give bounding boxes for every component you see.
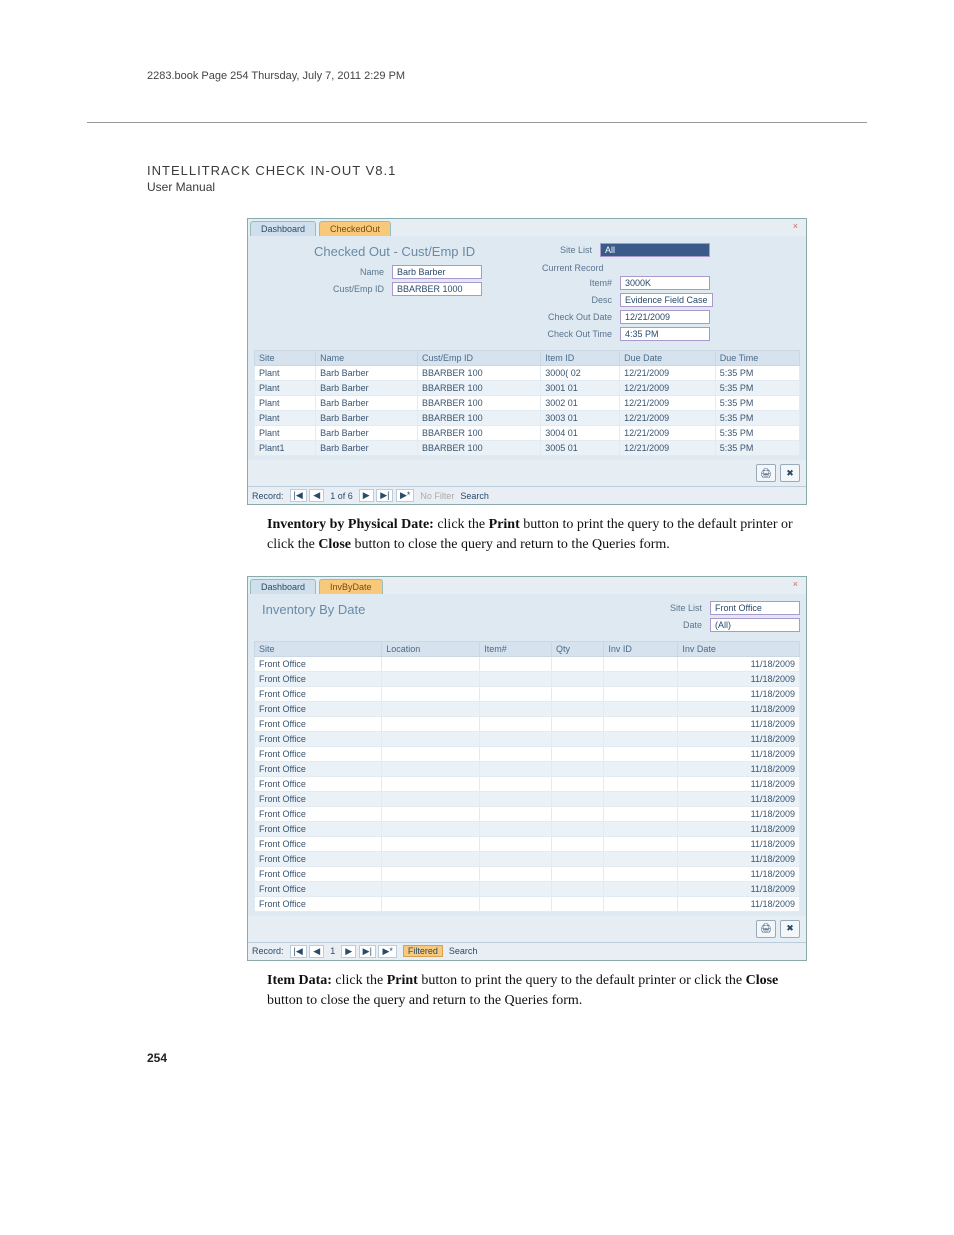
table-row[interactable]: Front Office11/18/2009 — [255, 701, 800, 716]
query-title: Checked Out - Cust/Emp ID — [314, 244, 512, 259]
table-row[interactable]: Front Office11/18/2009 — [255, 686, 800, 701]
co-time-label: Check Out Time — [542, 329, 612, 339]
manual-subtitle: User Manual — [147, 180, 867, 194]
table-row[interactable]: Front Office11/18/2009 — [255, 731, 800, 746]
desc-field: Evidence Field Case — [620, 293, 713, 307]
custemp-label: Cust/Emp ID — [314, 284, 384, 294]
nav-prev[interactable]: ◀ — [309, 945, 324, 958]
current-record-heading: Current Record — [542, 263, 800, 273]
table-row[interactable]: PlantBarb BarberBBARBER 1003000( 0212/21… — [255, 366, 800, 381]
tab-dashboard[interactable]: Dashboard — [250, 221, 316, 236]
print-button[interactable]: 🖨 — [756, 464, 776, 482]
column-header[interactable]: Cust/Emp ID — [418, 351, 541, 366]
paragraph-inventory-by-date: Inventory by Physical Date: click the Pr… — [267, 515, 807, 556]
column-header[interactable]: Item ID — [541, 351, 620, 366]
search-label: Search — [460, 491, 489, 501]
nav-first[interactable]: |◀ — [290, 945, 307, 958]
record-position: 1 — [330, 946, 335, 956]
close-icon[interactable]: × — [787, 579, 804, 594]
column-header[interactable]: Due Date — [620, 351, 716, 366]
nav-next[interactable]: ▶ — [341, 945, 356, 958]
nav-first[interactable]: |◀ — [290, 489, 307, 502]
co-date-field: 12/21/2009 — [620, 310, 710, 324]
record-label: Record: — [252, 491, 284, 501]
table-row[interactable]: Front Office11/18/2009 — [255, 761, 800, 776]
record-label: Record: — [252, 946, 284, 956]
date-label: Date — [658, 620, 702, 630]
column-header[interactable]: Inv ID — [604, 641, 678, 656]
name-label: Name — [314, 267, 384, 277]
tab-dashboard[interactable]: Dashboard — [250, 579, 316, 594]
manual-title: INTELLITRACK CHECK IN-OUT V8.1 — [147, 163, 867, 178]
results-grid[interactable]: SiteNameCust/Emp IDItem IDDue DateDue Ti… — [254, 350, 800, 456]
table-row[interactable]: Front Office11/18/2009 — [255, 656, 800, 671]
column-header[interactable]: Name — [316, 351, 418, 366]
filtered-indicator[interactable]: Filtered — [403, 945, 443, 957]
close-button[interactable]: ✖ — [780, 920, 800, 938]
table-row[interactable]: Front Office11/18/2009 — [255, 671, 800, 686]
desc-label: Desc — [542, 295, 612, 305]
search-label: Search — [449, 946, 478, 956]
table-row[interactable]: Front Office11/18/2009 — [255, 791, 800, 806]
screenshot-checked-out: Dashboard CheckedOut × Checked Out - Cus… — [247, 218, 807, 505]
table-row[interactable]: PlantBarb BarberBBARBER 1003002 0112/21/… — [255, 396, 800, 411]
close-icon[interactable]: × — [787, 221, 804, 236]
co-time-field: 4:35 PM — [620, 327, 710, 341]
site-list-label: Site List — [542, 245, 592, 255]
site-list-label: Site List — [658, 603, 702, 613]
crop-rule — [87, 122, 867, 123]
site-list-select[interactable]: All — [600, 243, 710, 257]
column-header[interactable]: Site — [255, 351, 316, 366]
co-date-label: Check Out Date — [542, 312, 612, 322]
table-row[interactable]: Front Office11/18/2009 — [255, 866, 800, 881]
table-row[interactable]: Front Office11/18/2009 — [255, 746, 800, 761]
table-row[interactable]: PlantBarb BarberBBARBER 1003003 0112/21/… — [255, 411, 800, 426]
table-row[interactable]: Front Office11/18/2009 — [255, 776, 800, 791]
column-header[interactable]: Location — [382, 641, 480, 656]
table-row[interactable]: Front Office11/18/2009 — [255, 836, 800, 851]
nav-new[interactable]: ▶* — [396, 489, 414, 502]
table-row[interactable]: Front Office11/18/2009 — [255, 716, 800, 731]
table-row[interactable]: Front Office11/18/2009 — [255, 896, 800, 911]
name-select[interactable]: Barb Barber — [392, 265, 482, 279]
crop-header-line: 2283.book Page 254 Thursday, July 7, 201… — [147, 70, 867, 82]
table-row[interactable]: PlantBarb BarberBBARBER 1003001 0112/21/… — [255, 381, 800, 396]
column-header[interactable]: Qty — [551, 641, 603, 656]
site-list-select[interactable]: Front Office — [710, 601, 800, 615]
table-row[interactable]: Front Office11/18/2009 — [255, 821, 800, 836]
paragraph-item-data: Item Data: click the Print button to pri… — [267, 971, 807, 1012]
item-num-label: Item# — [542, 278, 612, 288]
no-filter-label: No Filter — [420, 491, 454, 501]
column-header[interactable]: Item# — [480, 641, 552, 656]
nav-last[interactable]: ▶| — [359, 945, 376, 958]
query-title: Inventory By Date — [262, 602, 365, 629]
table-row[interactable]: Front Office11/18/2009 — [255, 881, 800, 896]
column-header[interactable]: Site — [255, 641, 382, 656]
page-number: 254 — [147, 1051, 867, 1065]
table-row[interactable]: PlantBarb BarberBBARBER 1003004 0112/21/… — [255, 426, 800, 441]
tab-checkedout[interactable]: CheckedOut — [319, 221, 391, 236]
nav-prev[interactable]: ◀ — [309, 489, 324, 502]
column-header[interactable]: Inv Date — [678, 641, 800, 656]
close-button[interactable]: ✖ — [780, 464, 800, 482]
nav-new[interactable]: ▶* — [378, 945, 396, 958]
screenshot-inventory-by-date: Dashboard InvByDate × Inventory By Date … — [247, 576, 807, 961]
table-row[interactable]: Front Office11/18/2009 — [255, 806, 800, 821]
print-button[interactable]: 🖨 — [756, 920, 776, 938]
column-header[interactable]: Due Time — [715, 351, 799, 366]
results-grid[interactable]: SiteLocationItem#QtyInv IDInv Date Front… — [254, 641, 800, 912]
table-row[interactable]: Front Office11/18/2009 — [255, 851, 800, 866]
table-row[interactable]: Plant1Barb BarberBBARBER 1003005 0112/21… — [255, 441, 800, 456]
nav-next[interactable]: ▶ — [359, 489, 374, 502]
record-position: 1 of 6 — [330, 491, 353, 501]
custemp-select[interactable]: BBARBER 1000 — [392, 282, 482, 296]
tab-invbydate[interactable]: InvByDate — [319, 579, 383, 594]
date-select[interactable]: (All) — [710, 618, 800, 632]
nav-last[interactable]: ▶| — [376, 489, 393, 502]
item-num-field: 3000K — [620, 276, 710, 290]
